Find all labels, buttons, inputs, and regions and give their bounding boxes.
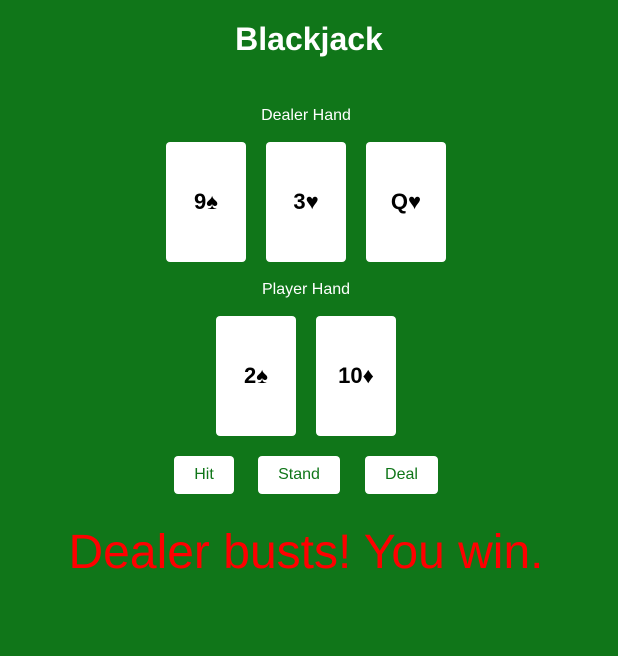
player-hand: 2♠ 10♦ xyxy=(0,316,612,436)
dealer-card: Q♥ xyxy=(366,142,446,262)
dealer-card: 9♠ xyxy=(166,142,246,262)
stand-button[interactable]: Stand xyxy=(258,456,340,494)
player-hand-label: Player Hand xyxy=(261,281,351,298)
player-card: 2♠ xyxy=(216,316,296,436)
dealer-card: 3♥ xyxy=(266,142,346,262)
dealer-hand: 9♠ 3♥ Q♥ xyxy=(0,142,612,262)
hit-button[interactable]: Hit xyxy=(174,456,234,494)
dealer-hand-label: Dealer Hand xyxy=(261,107,351,124)
game-controls: Hit Stand Deal xyxy=(0,456,612,494)
deal-button[interactable]: Deal xyxy=(365,456,438,494)
game-title: Blackjack xyxy=(235,21,383,57)
result-message: Dealer busts! You win. xyxy=(68,526,544,579)
player-card: 10♦ xyxy=(316,316,396,436)
